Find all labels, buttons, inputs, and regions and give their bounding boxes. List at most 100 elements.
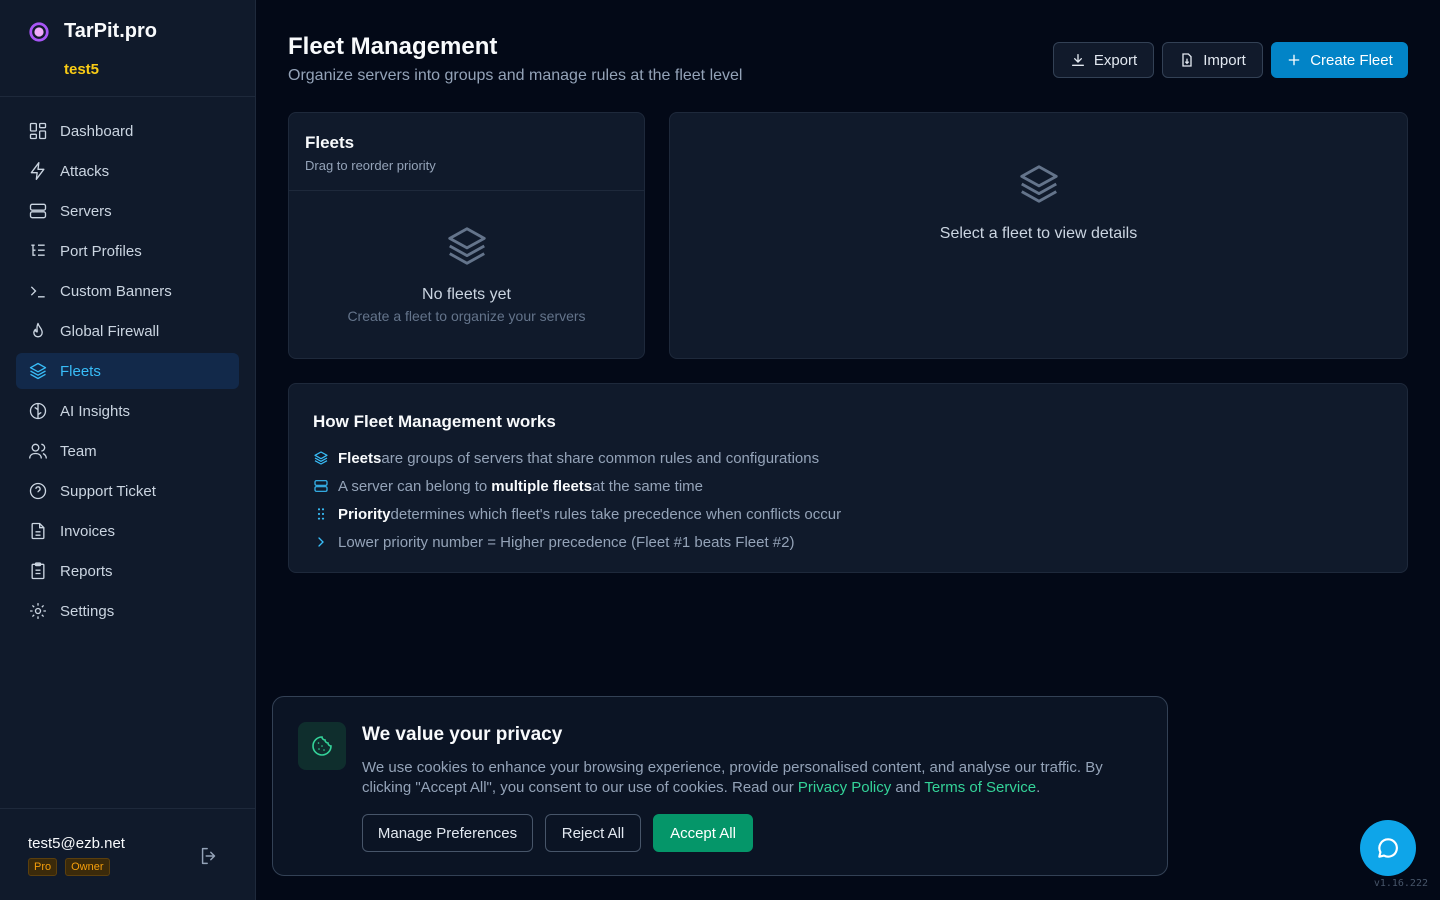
accept-all-button[interactable]: Accept All <box>653 814 753 852</box>
sidebar-item-label: AI Insights <box>60 402 131 420</box>
body-text: are groups of servers that share common … <box>381 449 820 467</box>
layers-icon <box>1020 165 1058 203</box>
sidebar: TarPit.pro test5 Dashboard Attacks Serve… <box>0 0 256 900</box>
chat-bubble-icon <box>1378 838 1398 858</box>
sidebar-item-label: Support Ticket <box>60 482 156 500</box>
users-icon <box>29 443 47 459</box>
sidebar-item-reports[interactable]: Reports <box>16 553 239 589</box>
sidebar-item-servers[interactable]: Servers <box>16 193 239 229</box>
tenant-name: test5 <box>64 61 100 78</box>
cookie-body: We use cookies to enhance your browsing … <box>362 758 1122 798</box>
grip-icon <box>317 508 325 520</box>
how-it-works-list: Fleets are groups of servers that share c… <box>313 444 841 556</box>
cookie-icon-wrap <box>298 722 346 770</box>
sidebar-item-attacks[interactable]: Attacks <box>16 153 239 189</box>
terms-of-service-link[interactable]: Terms of Service <box>924 779 1036 796</box>
fleet-details-panel: Select a fleet to view details <box>669 112 1408 359</box>
file-text-icon <box>31 522 45 540</box>
privacy-policy-link[interactable]: Privacy Policy <box>798 779 891 796</box>
download-icon <box>1071 54 1084 66</box>
flame-icon <box>33 322 43 338</box>
brand-header: TarPit.pro test5 <box>0 0 255 97</box>
cookie-period: . <box>1036 779 1041 796</box>
empty-state-subtitle: Create a fleet to organize your servers <box>347 308 586 324</box>
dashboard-icon <box>29 122 47 140</box>
create-fleet-label: Create Fleet <box>1310 51 1393 69</box>
list-item: A server can belong to multiple fleets at … <box>313 472 841 500</box>
sidebar-item-label: Global Firewall <box>60 322 160 340</box>
fleets-panel-subtitle: Drag to reorder priority <box>305 158 436 173</box>
help-circle-icon <box>29 482 47 500</box>
sidebar-item-dashboard[interactable]: Dashboard <box>16 113 239 149</box>
sidebar-item-label: Reports <box>60 562 113 580</box>
create-fleet-button[interactable]: Create Fleet <box>1271 42 1408 78</box>
body-text: determines which fleet's rules take prec… <box>390 505 842 523</box>
sidebar-item-team[interactable]: Team <box>16 433 239 469</box>
cookie-icon <box>312 736 332 756</box>
chat-button[interactable] <box>1360 820 1416 876</box>
sidebar-nav: Dashboard Attacks Servers Port Profiles … <box>16 113 239 633</box>
how-it-works-card: How Fleet Management works Fleets are gro… <box>288 383 1408 573</box>
details-placeholder: Select a fleet to view details <box>939 225 1138 242</box>
export-label: Export <box>1093 51 1138 69</box>
role-badge: Owner <box>65 858 110 876</box>
terminal-icon <box>30 286 45 298</box>
server-icon <box>29 203 47 219</box>
page-subtitle: Organize servers into groups and manage … <box>288 67 743 84</box>
import-label: Import <box>1203 51 1246 69</box>
layers-icon <box>448 227 486 265</box>
manage-preferences-button[interactable]: Manage Preferences <box>362 814 533 852</box>
list-item: Fleets are groups of servers that share c… <box>313 444 841 472</box>
brand-logo-icon <box>29 22 49 42</box>
emphasis-text: Fleets <box>338 449 382 467</box>
sidebar-item-label: Fleets <box>60 362 101 380</box>
plus-icon <box>1288 54 1300 66</box>
bolt-icon <box>30 162 45 180</box>
fleets-panel: Fleets Drag to reorder priority No fleet… <box>288 112 645 359</box>
user-email: test5@ezb.net <box>28 835 125 852</box>
sidebar-item-settings[interactable]: Settings <box>16 593 239 629</box>
cookie-and-text: and <box>895 779 921 796</box>
emphasis-text: multiple fleets <box>491 477 593 495</box>
sidebar-item-port-profiles[interactable]: Port Profiles <box>16 233 239 269</box>
sidebar-item-custom-banners[interactable]: Custom Banners <box>16 273 239 309</box>
sidebar-item-label: Settings <box>60 602 115 620</box>
cookie-consent-banner: We value your privacy We use cookies to … <box>272 696 1168 876</box>
brand-name[interactable]: TarPit.pro <box>64 20 157 43</box>
body-text: Lower priority number = Higher precedenc… <box>338 533 795 551</box>
server-icon <box>314 480 328 492</box>
sidebar-item-label: Port Profiles <box>60 242 142 260</box>
list-item: Priority determines which fleet's rules t… <box>313 500 841 528</box>
account-footer: test5@ezb.net Pro Owner <box>0 808 255 900</box>
emphasis-text: Priority <box>338 505 391 523</box>
sidebar-item-label: Team <box>60 442 97 460</box>
fleets-panel-header: Fleets Drag to reorder priority <box>289 113 644 191</box>
sidebar-item-fleets[interactable]: Fleets <box>16 353 239 389</box>
reject-all-button[interactable]: Reject All <box>545 814 641 852</box>
gear-icon <box>30 603 46 619</box>
list-tree-icon <box>31 244 45 256</box>
page-title: Fleet Management <box>288 33 498 60</box>
chevron-right-icon <box>318 537 324 547</box>
sidebar-item-global-firewall[interactable]: Global Firewall <box>16 313 239 349</box>
brain-icon <box>29 402 47 420</box>
empty-state-title: No fleets yet <box>422 286 511 303</box>
sidebar-item-support-ticket[interactable]: Support Ticket <box>16 473 239 509</box>
sidebar-item-ai-insights[interactable]: AI Insights <box>16 393 239 429</box>
sidebar-item-invoices[interactable]: Invoices <box>16 513 239 549</box>
fleets-panel-title: Fleets <box>305 133 355 152</box>
sidebar-item-label: Invoices <box>60 522 116 540</box>
badge-group: Pro Owner <box>28 858 110 876</box>
file-import-icon <box>1182 53 1192 67</box>
import-button[interactable]: Import <box>1162 42 1263 78</box>
sidebar-item-label: Servers <box>60 202 112 220</box>
logout-icon[interactable] <box>198 845 220 867</box>
cookie-title: We value your privacy <box>362 724 563 745</box>
how-it-works-title: How Fleet Management works <box>313 412 556 431</box>
sidebar-item-label: Attacks <box>60 162 110 180</box>
body-text: A server can belong to <box>338 477 488 495</box>
layers-icon <box>314 451 328 465</box>
sidebar-item-label: Dashboard <box>60 122 134 140</box>
export-button[interactable]: Export <box>1053 42 1154 78</box>
sidebar-item-label: Custom Banners <box>60 282 172 300</box>
